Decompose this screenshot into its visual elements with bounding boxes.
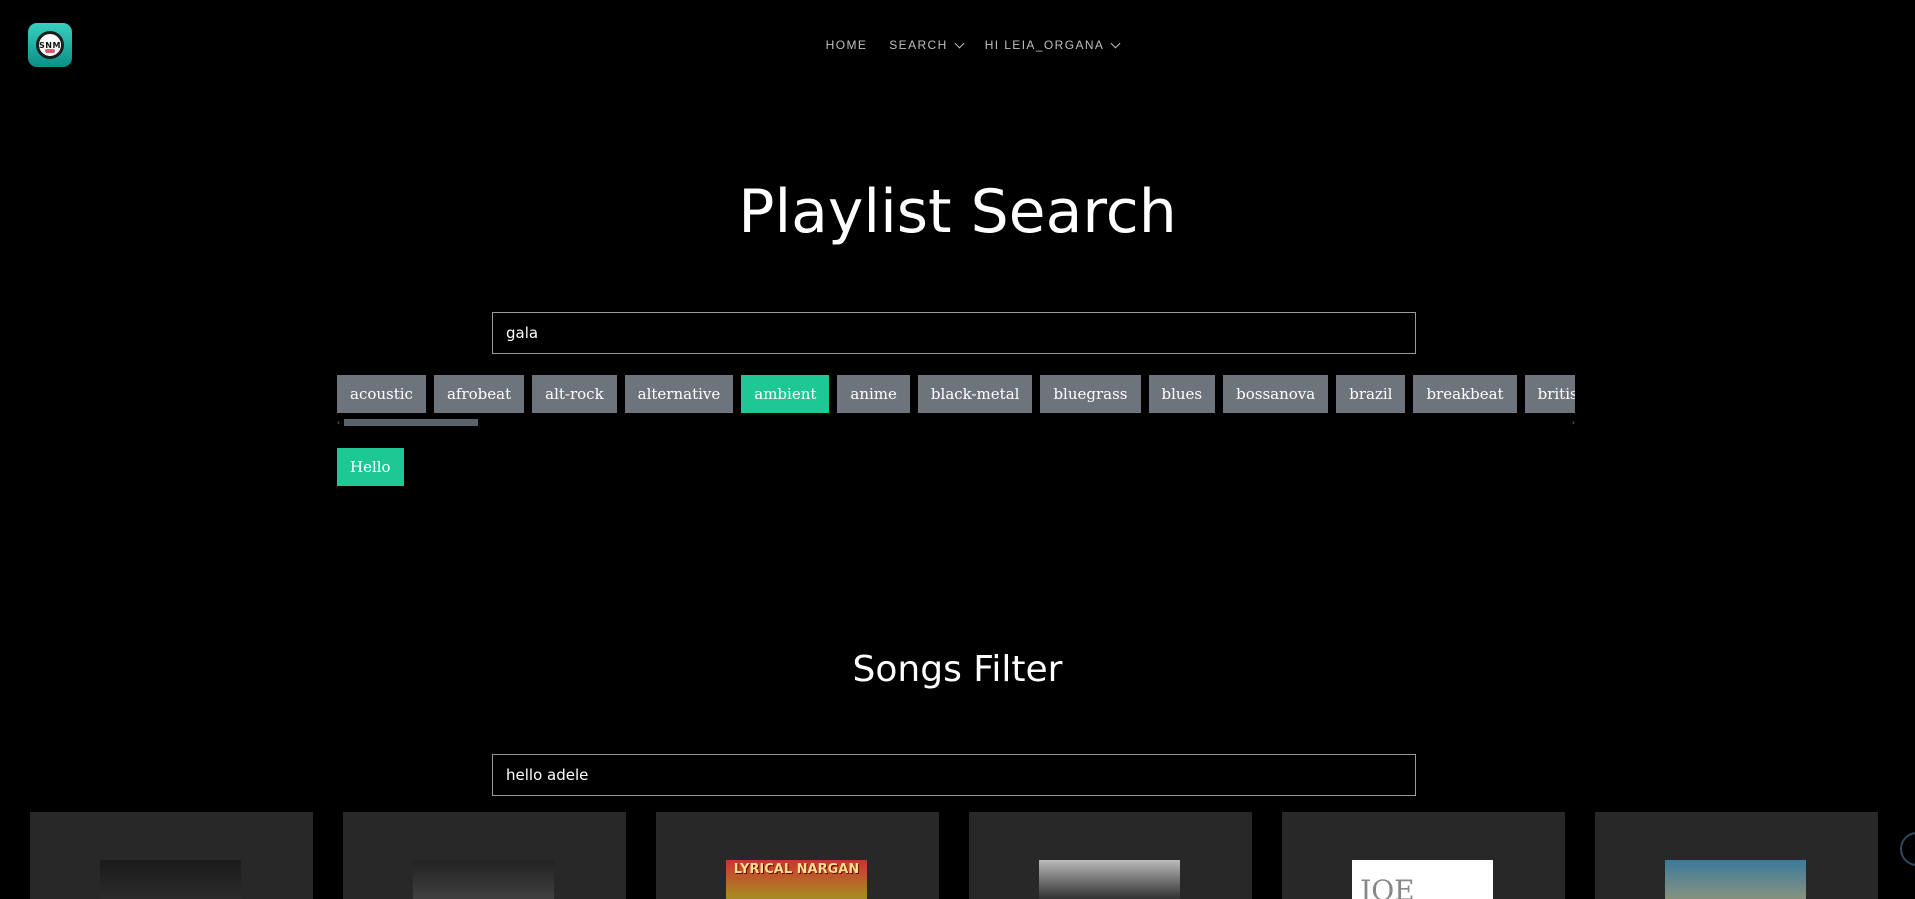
playlist-search-input[interactable] — [492, 312, 1416, 354]
album-cover — [1665, 860, 1806, 899]
genre-chip[interactable]: british — [1524, 375, 1575, 413]
genre-chip[interactable]: breakbeat — [1413, 375, 1517, 413]
nav-user-label: HI LEIA_ORGANA — [984, 38, 1105, 52]
cover-title: JOE — [1360, 874, 1415, 899]
genre-scrollbar[interactable]: ‹ › — [337, 419, 1575, 427]
nav-home[interactable]: HOME — [826, 38, 868, 52]
main-nav: HOME SEARCH HI LEIA_ORGANA — [0, 38, 1915, 52]
page: SNM HOME SEARCH HI LEIA_ORGANA Playlist … — [0, 0, 1915, 899]
genre-chip[interactable]: acoustic — [337, 375, 426, 413]
album-cover: JOE — [1352, 860, 1493, 899]
genre-chip[interactable]: alternative — [624, 375, 734, 413]
chevron-down-icon — [1110, 38, 1121, 48]
song-card-list: LYRICAL NARGAN JOE — [30, 812, 1878, 899]
scrollbar-thumb[interactable] — [344, 419, 478, 426]
song-card[interactable]: JOE — [1282, 812, 1565, 899]
genre-chip[interactable]: anime — [837, 375, 910, 413]
nav-home-label: HOME — [825, 38, 868, 52]
songs-filter-title: Songs Filter — [852, 649, 1063, 690]
song-card[interactable] — [969, 812, 1252, 899]
song-card[interactable] — [343, 812, 626, 899]
genre-chip[interactable]: bossanova — [1223, 375, 1329, 413]
nav-user-menu[interactable]: HI LEIA_ORGANA — [984, 38, 1121, 52]
genre-chip[interactable]: afrobeat — [433, 375, 525, 413]
scroll-left-icon[interactable]: ‹ — [337, 419, 340, 427]
album-cover — [413, 860, 554, 899]
genre-chip[interactable]: blues — [1148, 375, 1216, 413]
cover-title: LYRICAL NARGAN — [733, 862, 860, 877]
nav-search[interactable]: SEARCH — [889, 38, 965, 52]
playlist-result-button[interactable]: Hello — [337, 448, 404, 486]
genre-chip[interactable]: alt-rock — [532, 375, 617, 413]
genre-chip-active[interactable]: ambient — [741, 375, 830, 413]
song-card[interactable] — [30, 812, 313, 899]
genre-chip[interactable]: bluegrass — [1040, 375, 1141, 413]
song-card[interactable]: LYRICAL NARGAN — [656, 812, 939, 899]
album-cover — [1039, 860, 1180, 899]
album-cover — [100, 860, 241, 899]
genre-chip-list: acoustic afrobeat alt-rock alternative a… — [337, 375, 1575, 413]
scroll-to-top-button[interactable] — [1900, 832, 1915, 866]
scroll-right-icon[interactable]: › — [1572, 419, 1575, 427]
genre-chip[interactable]: black-metal — [917, 375, 1033, 413]
songs-filter-input[interactable] — [492, 754, 1416, 796]
genre-chip[interactable]: brazil — [1336, 375, 1406, 413]
nav-search-label: SEARCH — [889, 38, 948, 52]
song-card[interactable] — [1595, 812, 1878, 899]
chevron-down-icon — [954, 38, 965, 48]
playlist-search-title: Playlist Search — [738, 177, 1177, 247]
nav-items: HOME SEARCH HI LEIA_ORGANA — [826, 38, 1121, 52]
album-cover: LYRICAL NARGAN — [726, 860, 867, 899]
